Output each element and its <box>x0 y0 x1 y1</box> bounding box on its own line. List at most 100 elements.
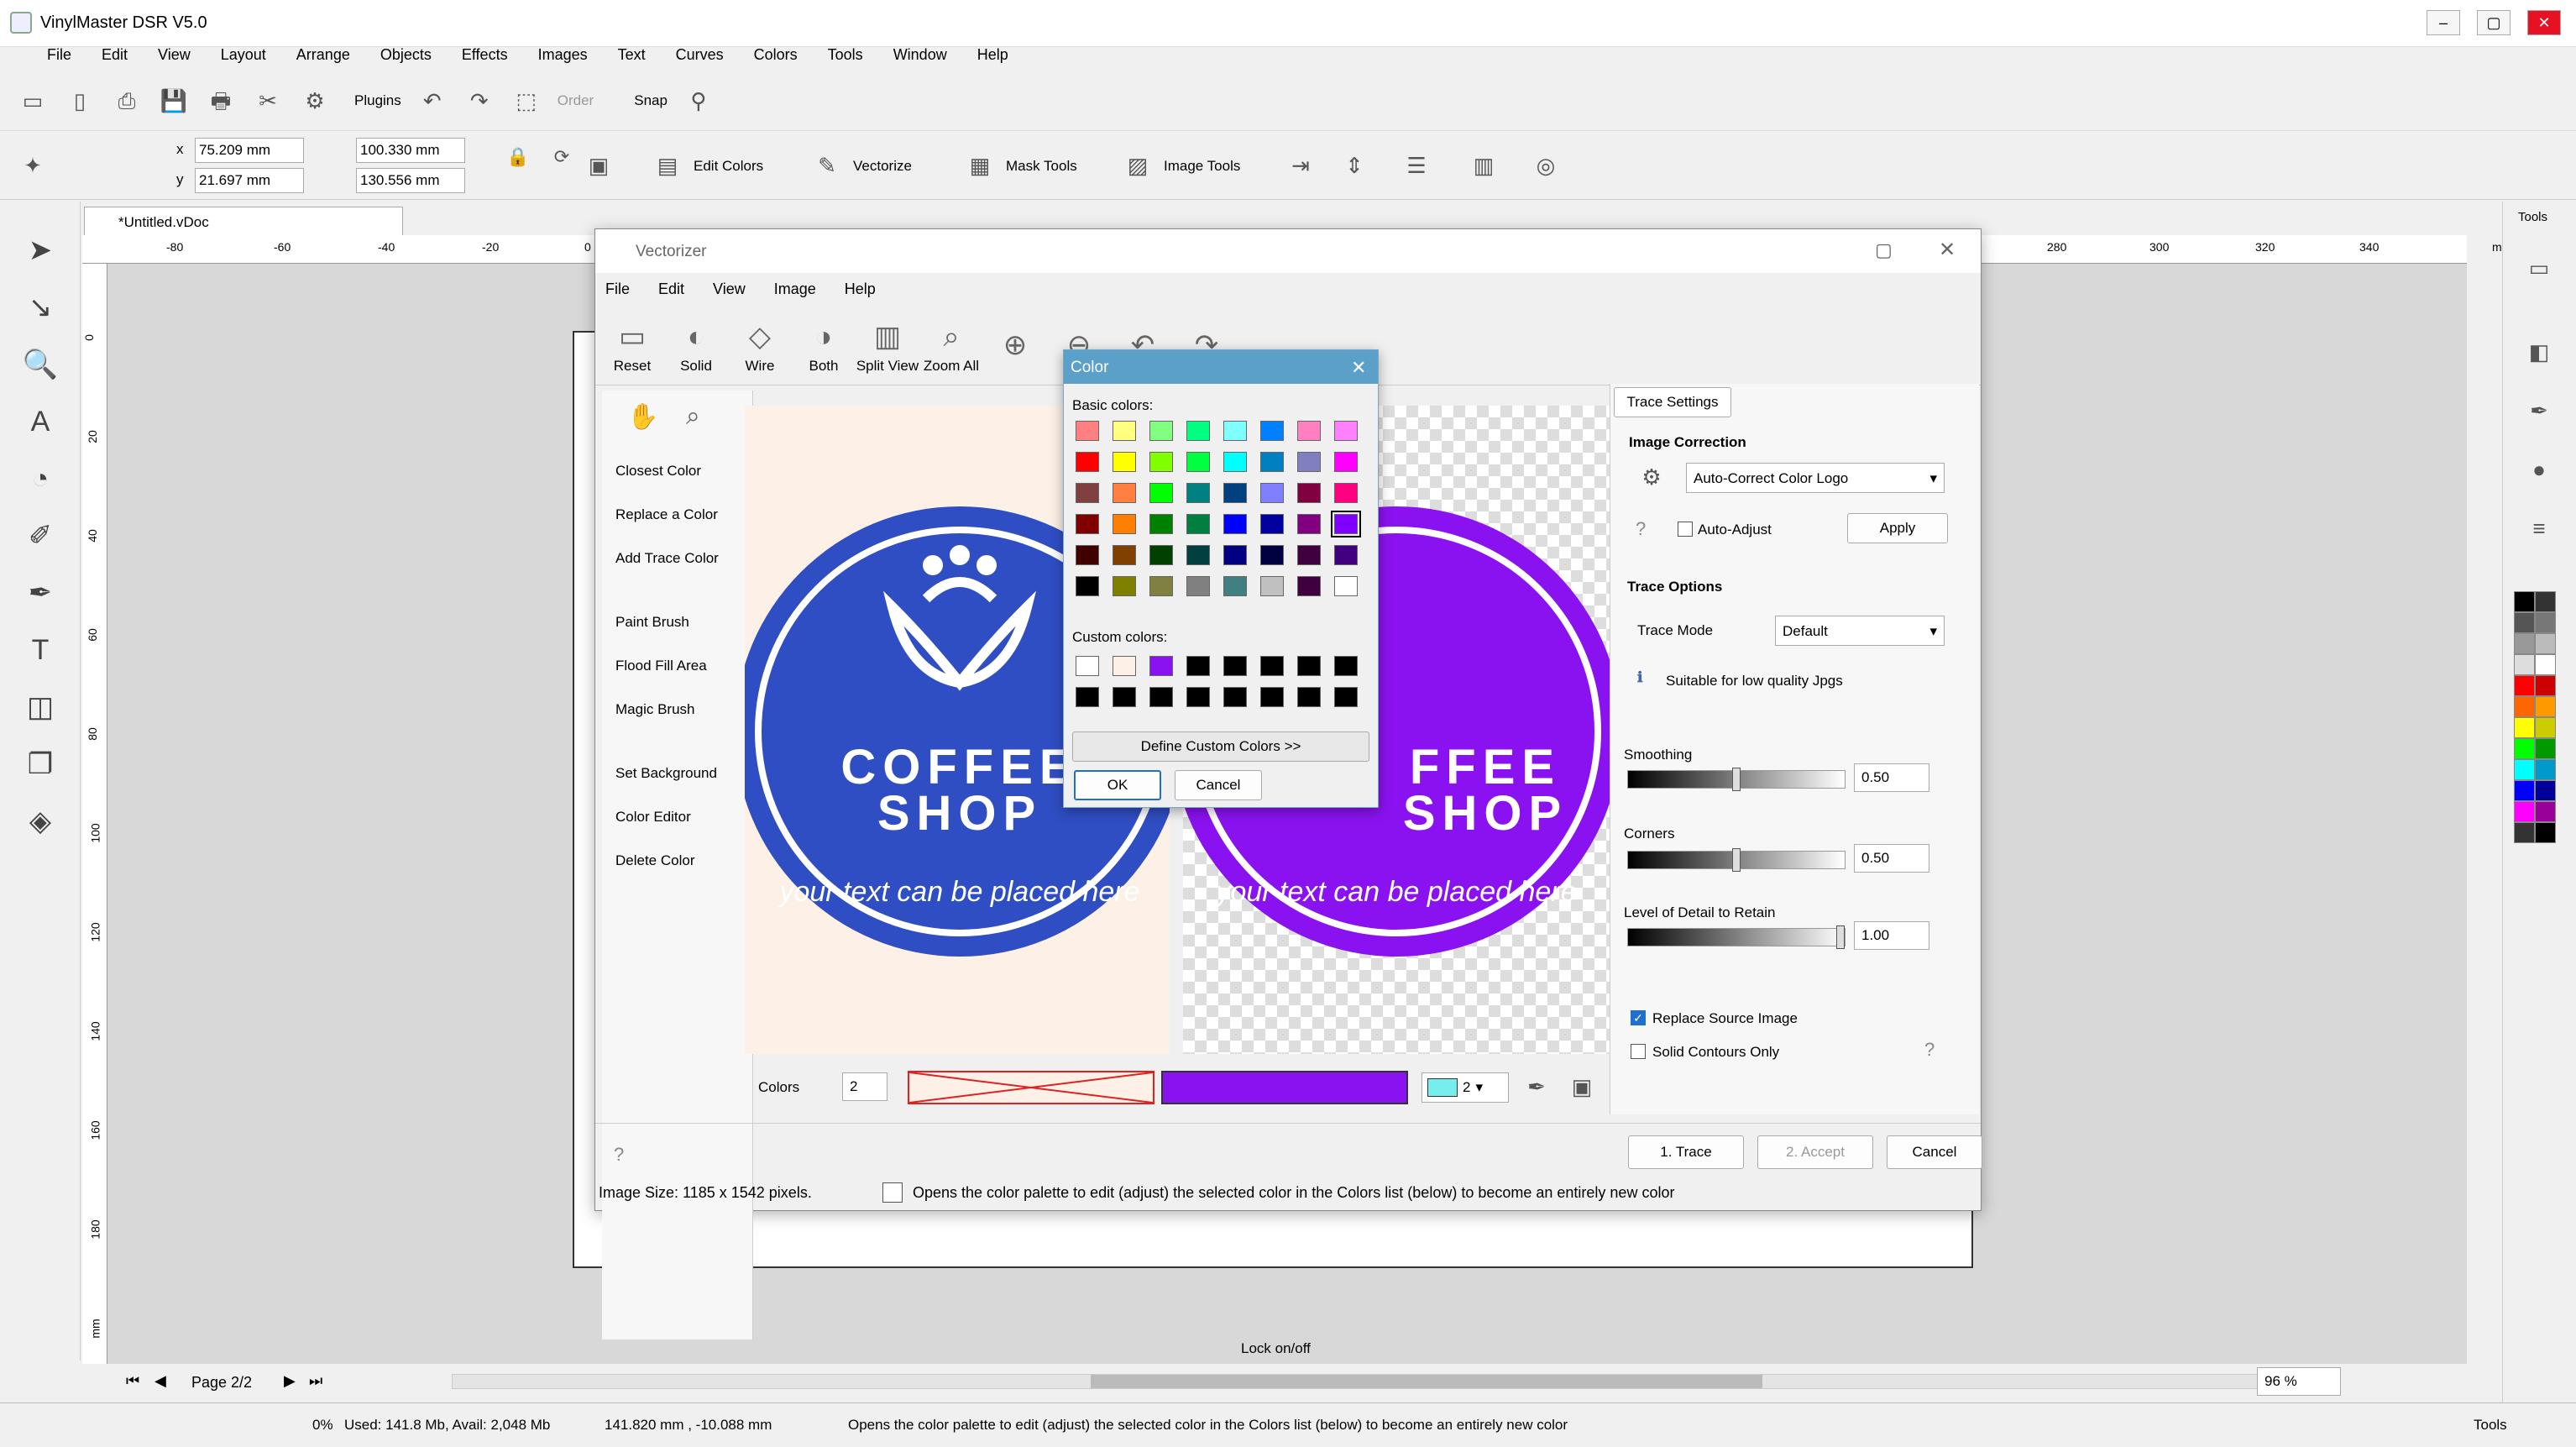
palette-swatch[interactable] <box>2514 822 2535 843</box>
edit-colors-icon[interactable]: ▤ <box>652 149 683 181</box>
basic-color-swatch[interactable] <box>1113 452 1136 472</box>
mask-tools-icon[interactable]: ▦ <box>964 149 996 181</box>
basic-color-swatch[interactable] <box>1223 576 1247 596</box>
basic-color-swatch[interactable] <box>1076 514 1099 534</box>
basic-color-swatch[interactable] <box>1334 483 1358 503</box>
palette-swatch[interactable] <box>2535 633 2556 654</box>
smoothing-input[interactable]: 0.50 <box>1854 763 1929 792</box>
side-flood-fill-area[interactable]: Flood Fill Area <box>615 644 752 688</box>
basic-color-swatch[interactable] <box>1297 545 1321 565</box>
close-button[interactable]: ✕ <box>2527 10 2561 35</box>
menu-item-arrange[interactable]: Arrange <box>296 46 350 64</box>
preview-icon[interactable]: ▣ <box>1566 1071 1598 1103</box>
help-icon[interactable]: ? <box>1636 518 1646 540</box>
eyedropper-icon[interactable]: ✒ <box>1521 1071 1552 1103</box>
help-icon-trace[interactable]: ? <box>1924 1039 1935 1061</box>
palette-swatch[interactable] <box>2514 675 2535 696</box>
status-checkbox[interactable] <box>882 1182 903 1203</box>
palette-swatch[interactable] <box>2535 759 2556 780</box>
palette-swatch[interactable] <box>2514 801 2535 822</box>
image-tools-icon[interactable]: ▨ <box>1122 149 1154 181</box>
text-tool-icon[interactable]: A <box>15 396 65 447</box>
vectorizer-both-button[interactable]: ◑ Both <box>792 316 856 375</box>
layers-icon[interactable]: ▭ <box>2523 252 2555 284</box>
basic-color-swatch[interactable] <box>1260 452 1284 472</box>
palette-swatch[interactable] <box>2514 591 2535 612</box>
basic-color-swatch[interactable] <box>1186 421 1210 441</box>
lock-icon[interactable]: 🔒 <box>502 141 534 173</box>
custom-color-swatch[interactable] <box>1186 656 1210 676</box>
redo-icon[interactable]: ↷ <box>463 85 495 117</box>
magnify-icon[interactable]: ⌕ <box>686 402 700 431</box>
basic-color-swatch[interactable] <box>1260 483 1284 503</box>
move-vertical-icon[interactable]: ⇕ <box>1338 149 1370 181</box>
effect-tool-icon[interactable]: ◫ <box>15 682 65 732</box>
basic-color-swatch[interactable] <box>1149 576 1173 596</box>
shape-tool-icon[interactable]: ◔ <box>15 453 65 504</box>
node-edit-tool-icon[interactable]: ↘ <box>15 282 65 333</box>
custom-color-swatch[interactable] <box>1186 687 1210 707</box>
vectorize-icon[interactable]: ✎ <box>811 149 843 181</box>
move-horizontal-icon[interactable]: ⇥ <box>1285 149 1317 181</box>
width-input[interactable]: 100.330 mm <box>356 138 465 163</box>
draw-tool-icon[interactable]: ✐ <box>15 511 65 561</box>
basic-color-swatch[interactable] <box>1260 545 1284 565</box>
menu-item-help[interactable]: Help <box>977 46 1008 64</box>
align-icon[interactable]: ☰ <box>1401 149 1432 181</box>
edit-colors-button[interactable]: Edit Colors <box>694 158 763 175</box>
footer-help-icon[interactable]: ? <box>614 1144 624 1166</box>
side-closest-color[interactable]: Closest Color <box>615 449 752 493</box>
palette-swatch[interactable] <box>2514 759 2535 780</box>
image-tools-button[interactable]: Image Tools <box>1164 158 1240 175</box>
custom-color-swatch[interactable] <box>1149 656 1173 676</box>
menu-item-layout[interactable]: Layout <box>221 46 266 64</box>
vectorizer-reset-button[interactable]: ▭ Reset <box>600 316 664 375</box>
tab-trace-settings[interactable]: Trace Settings <box>1614 387 1731 417</box>
basic-color-swatch[interactable] <box>1186 452 1210 472</box>
vectorizer-split-view-button[interactable]: ▥ Split View <box>856 316 919 375</box>
palette-swatch[interactable] <box>2514 780 2535 801</box>
custom-color-swatch[interactable] <box>1076 687 1099 707</box>
basic-color-swatch[interactable] <box>1186 545 1210 565</box>
smoothing-slider[interactable] <box>1627 768 1846 791</box>
custom-color-swatch[interactable] <box>1334 656 1358 676</box>
side-set-background[interactable]: Set Background <box>615 752 752 795</box>
cancel-trace-button[interactable]: Cancel <box>1887 1135 1982 1169</box>
palette-swatch[interactable] <box>2535 738 2556 759</box>
vectorizer-maximize-button[interactable]: ▢ <box>1875 239 1893 261</box>
fill-icon[interactable]: ◧ <box>2523 336 2555 368</box>
custom-color-swatch[interactable] <box>1297 656 1321 676</box>
last-page-icon[interactable]: ⏭ <box>309 1372 322 1390</box>
print-icon[interactable]: 🖶 <box>205 85 237 117</box>
maximize-button[interactable]: ▢ <box>2477 10 2511 35</box>
order-button[interactable]: Order <box>558 92 594 109</box>
custom-color-swatch[interactable] <box>1334 687 1358 707</box>
plugins-button[interactable]: Plugins <box>354 92 401 109</box>
menu-item-tools[interactable]: Tools <box>828 46 863 64</box>
basic-color-swatch[interactable] <box>1260 421 1284 441</box>
vectorizer-menu-help[interactable]: Help <box>845 280 876 298</box>
basic-color-swatch[interactable] <box>1334 576 1358 596</box>
palette-swatch[interactable] <box>2535 717 2556 738</box>
rotate-icon[interactable]: ⟳ <box>546 141 578 173</box>
side-paint-brush[interactable]: Paint Brush <box>615 600 752 644</box>
new-doc-icon[interactable]: ▭ <box>17 85 49 117</box>
vectorizer-menu-edit[interactable]: Edit <box>658 280 684 298</box>
basic-color-swatch[interactable] <box>1149 483 1173 503</box>
basic-color-swatch[interactable] <box>1149 421 1173 441</box>
color-cancel-button[interactable]: Cancel <box>1175 770 1262 800</box>
basic-color-swatch[interactable] <box>1113 514 1136 534</box>
vectorizer-zoom-all-button[interactable]: ⌕ Zoom All <box>919 316 983 375</box>
node-icon[interactable]: ◎ <box>1530 149 1562 181</box>
custom-color-swatch[interactable] <box>1113 687 1136 707</box>
basic-color-swatch[interactable] <box>1223 514 1247 534</box>
basic-color-swatch[interactable] <box>1223 483 1247 503</box>
basic-color-swatch[interactable] <box>1076 483 1099 503</box>
menu-item-images[interactable]: Images <box>538 46 588 64</box>
basic-color-swatch[interactable] <box>1297 576 1321 596</box>
prev-page-icon[interactable]: ◀ <box>154 1372 166 1390</box>
basic-color-swatch[interactable] <box>1113 483 1136 503</box>
trace-mode-select[interactable]: Default ▾ <box>1775 616 1945 646</box>
correction-select[interactable]: Auto-Correct Color Logo ▾ <box>1686 463 1945 493</box>
vectorizer-wire-button[interactable]: ◇ Wire <box>728 316 792 375</box>
